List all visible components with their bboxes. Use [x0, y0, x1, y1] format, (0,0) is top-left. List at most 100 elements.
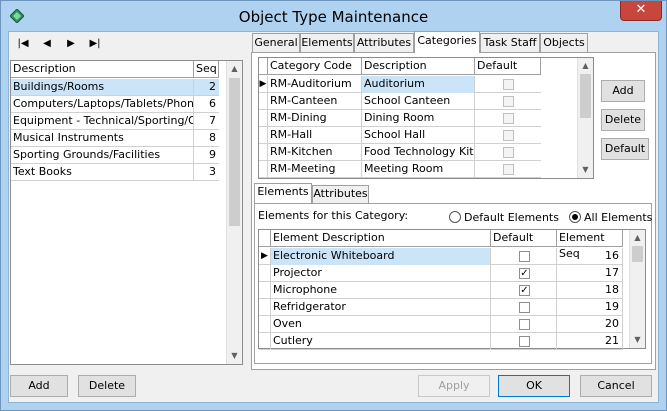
add-object-type-button[interactable]: Add [10, 375, 68, 397]
scroll-up-icon[interactable]: ▲ [578, 58, 593, 74]
cell-description[interactable]: School Hall [362, 127, 475, 144]
cell-element-description[interactable]: Microphone [271, 282, 491, 299]
inner-tab-elements[interactable]: Elements [254, 183, 312, 203]
cell-description[interactable]: Auditorium [362, 76, 475, 93]
cell-description[interactable]: School Canteen [362, 93, 475, 110]
scroll-thumb[interactable] [580, 74, 591, 118]
default-checkbox[interactable] [503, 96, 514, 107]
first-record-button[interactable]: |◀ [13, 36, 33, 52]
scroll-up-icon[interactable]: ▲ [630, 230, 645, 246]
all-elements-label[interactable]: All Elements [584, 211, 652, 224]
tab-objects[interactable]: Objects [540, 33, 588, 53]
apply-button[interactable]: Apply [418, 375, 490, 397]
table-row[interactable]: Musical Instruments 8 [11, 130, 219, 147]
table-row[interactable]: Projector ✓ 17 [259, 265, 623, 282]
default-category-button[interactable]: Default [601, 138, 649, 160]
cell-element-description[interactable]: Projector [271, 265, 491, 282]
next-record-button[interactable]: ▶ [61, 36, 81, 52]
cancel-button[interactable]: Cancel [580, 375, 652, 397]
current-row-arrow-icon: ▶ [259, 76, 268, 93]
default-checkbox-checked[interactable]: ✓ [519, 268, 530, 279]
table-row[interactable]: Cutlery 21 [259, 333, 623, 350]
default-checkbox[interactable] [519, 336, 530, 347]
scroll-thumb[interactable] [632, 246, 643, 262]
table-row[interactable]: ▶ RM-Auditorium Auditorium [259, 76, 541, 93]
cell-description[interactable]: Food Technology Kitche [362, 144, 475, 161]
tab-elements[interactable]: Elements [300, 33, 354, 53]
default-checkbox-checked[interactable]: ✓ [519, 285, 530, 296]
column-header-description[interactable]: Description [11, 61, 194, 78]
left-grid-scrollbar[interactable]: ▲ ▼ [226, 61, 242, 364]
table-row[interactable]: RM-Dining Dining Room [259, 110, 541, 127]
cell-element-seq: 20 [557, 316, 623, 333]
cell-description[interactable]: Dining Room [362, 110, 475, 127]
column-header-element-description[interactable]: Element Description [271, 230, 491, 247]
row-indicator [259, 316, 271, 333]
table-row[interactable]: Sporting Grounds/Facilities 9 [11, 147, 219, 164]
scroll-thumb[interactable] [229, 78, 240, 226]
table-row[interactable]: ▶ Electronic Whiteboard 16 [259, 248, 623, 265]
default-checkbox[interactable] [519, 319, 530, 330]
row-indicator [259, 333, 271, 350]
scroll-up-icon[interactable]: ▲ [227, 61, 242, 77]
table-row[interactable]: Refridgerator 19 [259, 299, 623, 316]
categories-grid-scrollbar[interactable]: ▲ ▼ [577, 58, 593, 178]
scroll-down-icon[interactable]: ▼ [578, 162, 593, 178]
default-elements-radio[interactable] [449, 211, 461, 223]
elements-grid-scrollbar[interactable]: ▲ ▼ [629, 230, 645, 348]
column-header-default[interactable]: Default [475, 58, 541, 75]
default-checkbox[interactable] [503, 147, 514, 158]
row-indicator-header [259, 230, 271, 247]
column-header-seq[interactable]: Seq [194, 61, 219, 78]
tab-attributes[interactable]: Attributes [354, 33, 414, 53]
ok-button[interactable]: OK [498, 375, 570, 397]
row-indicator-header [259, 58, 268, 75]
cell-description[interactable]: Meeting Room [362, 161, 475, 178]
cell-description: Sporting Grounds/Facilities [11, 147, 194, 164]
object-type-grid: Description Seq Buildings/Rooms 2 Comput… [10, 60, 243, 365]
scroll-down-icon[interactable]: ▼ [630, 332, 645, 348]
table-row[interactable]: Text Books 3 [11, 164, 219, 181]
table-row[interactable]: Microphone ✓ 18 [259, 282, 623, 299]
delete-category-button[interactable]: Delete [601, 109, 645, 131]
close-button[interactable]: ✕ [620, 1, 662, 21]
column-header-category-code[interactable]: Category Code [268, 58, 362, 75]
default-checkbox[interactable] [519, 251, 530, 262]
column-header-element-seq[interactable]: Element Seq [557, 230, 623, 260]
column-header-default[interactable]: Default [491, 230, 557, 247]
row-indicator [259, 93, 268, 110]
cell-seq: 3 [209, 165, 216, 178]
table-row[interactable]: Equipment - Technical/Sporting/Other 7 [11, 113, 219, 130]
scroll-down-icon[interactable]: ▼ [227, 348, 242, 364]
cell-element-description[interactable]: Refridgerator [271, 299, 491, 316]
default-checkbox[interactable] [503, 130, 514, 141]
default-checkbox[interactable] [519, 302, 530, 313]
cell-element-description[interactable]: Cutlery [271, 333, 491, 350]
default-checkbox[interactable] [503, 79, 514, 90]
inner-tab-attributes[interactable]: Attributes [312, 185, 369, 203]
last-record-button[interactable]: ▶| [85, 36, 105, 52]
cell-element-description[interactable]: Electronic Whiteboard [271, 248, 491, 265]
add-category-button[interactable]: Add [601, 80, 645, 102]
cell-description: Buildings/Rooms [11, 79, 194, 96]
table-row[interactable]: RM-Kitchen Food Technology Kitche [259, 144, 541, 161]
table-row[interactable]: RM-Meeting Meeting Room [259, 161, 541, 178]
default-elements-label[interactable]: Default Elements [464, 211, 559, 224]
default-checkbox[interactable] [503, 164, 514, 175]
cell-element-description[interactable]: Oven [271, 316, 491, 333]
prev-record-button[interactable]: ◀ [37, 36, 57, 52]
table-row[interactable]: Buildings/Rooms 2 [11, 79, 219, 96]
cell-element-seq: 19 [557, 299, 623, 316]
all-elements-radio[interactable] [569, 211, 581, 223]
table-row[interactable]: Oven 20 [259, 316, 623, 333]
table-row[interactable]: Computers/Laptops/Tablets/Phones 6 [11, 96, 219, 113]
table-row[interactable]: RM-Canteen School Canteen [259, 93, 541, 110]
table-row[interactable]: RM-Hall School Hall [259, 127, 541, 144]
default-checkbox[interactable] [503, 113, 514, 124]
tab-general[interactable]: General [252, 33, 300, 53]
delete-object-type-button[interactable]: Delete [78, 375, 136, 397]
tab-task-staff[interactable]: Task Staff [480, 33, 540, 53]
row-indicator [259, 299, 271, 316]
column-header-description[interactable]: Description [362, 58, 475, 75]
tab-categories[interactable]: Categories [414, 31, 480, 53]
